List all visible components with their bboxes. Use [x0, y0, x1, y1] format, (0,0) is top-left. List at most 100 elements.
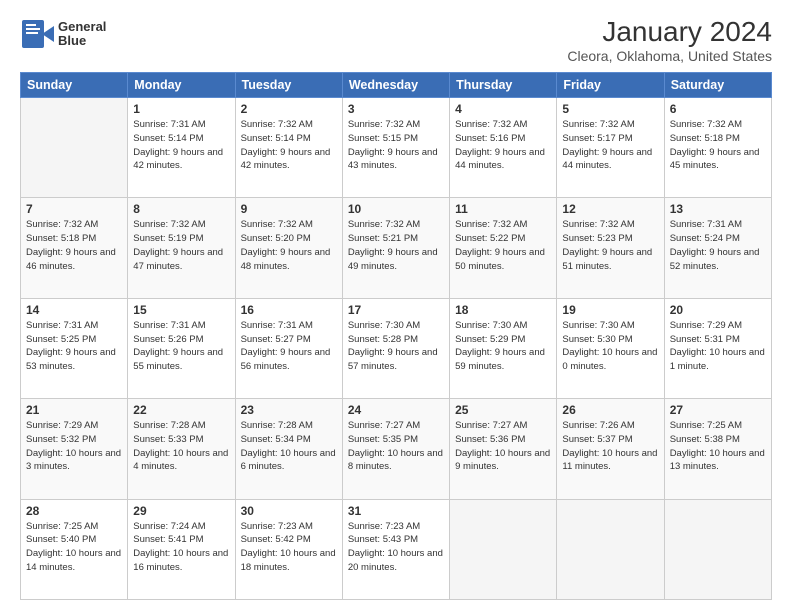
calendar-cell: 13 Sunrise: 7:31 AMSunset: 5:24 PMDayligh…: [664, 198, 771, 298]
calendar-cell: 17 Sunrise: 7:30 AMSunset: 5:28 PMDayligh…: [342, 298, 449, 398]
main-title: January 2024: [567, 16, 772, 48]
calendar-table: SundayMondayTuesdayWednesdayThursdayFrid…: [20, 72, 772, 600]
day-info: Sunrise: 7:28 AMSunset: 5:33 PMDaylight:…: [133, 419, 229, 474]
calendar-day-header: Wednesday: [342, 73, 449, 98]
day-number: 3: [348, 102, 444, 116]
day-number: 15: [133, 303, 229, 317]
calendar-cell: 18Sunrise: 7:30 AMSunset: 5:29 PMDayligh…: [450, 298, 557, 398]
calendar-day-header: Monday: [128, 73, 235, 98]
day-number: 21: [26, 403, 122, 417]
logo-icon: [20, 16, 56, 52]
calendar-day-header: Tuesday: [235, 73, 342, 98]
calendar-cell: [21, 98, 128, 198]
day-number: 13: [670, 202, 766, 216]
day-number: 16: [241, 303, 337, 317]
day-number: 29: [133, 504, 229, 518]
day-info: Sunrise: 7:29 AMSunset: 5:32 PMDaylight:…: [26, 419, 122, 474]
day-number: 25: [455, 403, 551, 417]
day-info: Sunrise: 7:23 AMSunset: 5:43 PMDaylight:…: [348, 520, 444, 575]
calendar-cell: 7Sunrise: 7:32 AMSunset: 5:18 PMDaylight…: [21, 198, 128, 298]
day-info: Sunrise: 7:32 AMSunset: 5:15 PMDaylight:…: [348, 118, 444, 173]
day-info: Sunrise: 7:31 AMSunset: 5:26 PMDaylight:…: [133, 319, 229, 374]
calendar-week-row: 28 Sunrise: 7:25 AMSunset: 5:40 PMDayligh…: [21, 499, 772, 599]
day-info: Sunrise: 7:32 AMSunset: 5:17 PMDaylight:…: [562, 118, 658, 173]
day-number: 9: [241, 202, 337, 216]
day-number: 28: [26, 504, 122, 518]
day-number: 23: [241, 403, 337, 417]
day-info: Sunrise: 7:32 AMSunset: 5:16 PMDaylight:…: [455, 118, 551, 173]
day-info: Sunrise: 7:25 AMSunset: 5:40 PMDaylight:…: [26, 520, 122, 575]
calendar-week-row: 7Sunrise: 7:32 AMSunset: 5:18 PMDaylight…: [21, 198, 772, 298]
calendar-cell: 20Sunrise: 7:29 AMSunset: 5:31 PMDayligh…: [664, 298, 771, 398]
day-number: 4: [455, 102, 551, 116]
calendar-week-row: 14 Sunrise: 7:31 AMSunset: 5:25 PMDayligh…: [21, 298, 772, 398]
calendar-day-header: Thursday: [450, 73, 557, 98]
day-number: 30: [241, 504, 337, 518]
calendar-cell: 29 Sunrise: 7:24 AMSunset: 5:41 PMDayligh…: [128, 499, 235, 599]
day-info: Sunrise: 7:23 AMSunset: 5:42 PMDaylight:…: [241, 520, 337, 575]
day-number: 19: [562, 303, 658, 317]
day-number: 17: [348, 303, 444, 317]
calendar-cell: 5 Sunrise: 7:32 AMSunset: 5:17 PMDaylight…: [557, 98, 664, 198]
calendar-day-header: Friday: [557, 73, 664, 98]
day-info: Sunrise: 7:32 AMSunset: 5:22 PMDaylight:…: [455, 218, 551, 273]
day-info: Sunrise: 7:32 AMSunset: 5:18 PMDaylight:…: [26, 218, 122, 273]
day-info: Sunrise: 7:30 AMSunset: 5:28 PMDaylight:…: [348, 319, 444, 374]
subtitle: Cleora, Oklahoma, United States: [567, 48, 772, 64]
day-info: Sunrise: 7:32 AMSunset: 5:14 PMDaylight:…: [241, 118, 337, 173]
calendar-cell: 2 Sunrise: 7:32 AMSunset: 5:14 PMDaylight…: [235, 98, 342, 198]
calendar-day-header: Sunday: [21, 73, 128, 98]
logo: General Blue: [20, 16, 106, 52]
calendar-cell: 23 Sunrise: 7:28 AMSunset: 5:34 PMDayligh…: [235, 399, 342, 499]
day-number: 22: [133, 403, 229, 417]
day-number: 12: [562, 202, 658, 216]
calendar-week-row: 21 Sunrise: 7:29 AMSunset: 5:32 PMDayligh…: [21, 399, 772, 499]
calendar-cell: 21 Sunrise: 7:29 AMSunset: 5:32 PMDayligh…: [21, 399, 128, 499]
calendar-cell: 15 Sunrise: 7:31 AMSunset: 5:26 PMDayligh…: [128, 298, 235, 398]
calendar-cell: 26Sunrise: 7:26 AMSunset: 5:37 PMDayligh…: [557, 399, 664, 499]
calendar-cell: 30 Sunrise: 7:23 AMSunset: 5:42 PMDayligh…: [235, 499, 342, 599]
day-info: Sunrise: 7:32 AMSunset: 5:18 PMDaylight:…: [670, 118, 766, 173]
calendar-week-row: 1 Sunrise: 7:31 AMSunset: 5:14 PMDaylight…: [21, 98, 772, 198]
day-info: Sunrise: 7:26 AMSunset: 5:37 PMDaylight:…: [562, 419, 658, 474]
calendar-cell: 28 Sunrise: 7:25 AMSunset: 5:40 PMDayligh…: [21, 499, 128, 599]
day-info: Sunrise: 7:32 AMSunset: 5:19 PMDaylight:…: [133, 218, 229, 273]
calendar-cell: 22 Sunrise: 7:28 AMSunset: 5:33 PMDayligh…: [128, 399, 235, 499]
calendar-cell: 27Sunrise: 7:25 AMSunset: 5:38 PMDayligh…: [664, 399, 771, 499]
day-number: 8: [133, 202, 229, 216]
calendar-cell: 31 Sunrise: 7:23 AMSunset: 5:43 PMDayligh…: [342, 499, 449, 599]
day-info: Sunrise: 7:31 AMSunset: 5:27 PMDaylight:…: [241, 319, 337, 374]
day-number: 24: [348, 403, 444, 417]
day-info: Sunrise: 7:29 AMSunset: 5:31 PMDaylight:…: [670, 319, 766, 374]
calendar-cell: [664, 499, 771, 599]
day-number: 5: [562, 102, 658, 116]
calendar-cell: 12Sunrise: 7:32 AMSunset: 5:23 PMDayligh…: [557, 198, 664, 298]
page: General Blue January 2024 Cleora, Oklaho…: [0, 0, 792, 612]
day-info: Sunrise: 7:28 AMSunset: 5:34 PMDaylight:…: [241, 419, 337, 474]
day-number: 31: [348, 504, 444, 518]
day-info: Sunrise: 7:25 AMSunset: 5:38 PMDaylight:…: [670, 419, 766, 474]
day-info: Sunrise: 7:31 AMSunset: 5:24 PMDaylight:…: [670, 218, 766, 273]
calendar-cell: 19Sunrise: 7:30 AMSunset: 5:30 PMDayligh…: [557, 298, 664, 398]
day-info: Sunrise: 7:31 AMSunset: 5:25 PMDaylight:…: [26, 319, 122, 374]
day-number: 14: [26, 303, 122, 317]
header: General Blue January 2024 Cleora, Oklaho…: [20, 16, 772, 64]
calendar-cell: [557, 499, 664, 599]
calendar-cell: 1 Sunrise: 7:31 AMSunset: 5:14 PMDaylight…: [128, 98, 235, 198]
calendar-cell: 16 Sunrise: 7:31 AMSunset: 5:27 PMDayligh…: [235, 298, 342, 398]
day-info: Sunrise: 7:31 AMSunset: 5:14 PMDaylight:…: [133, 118, 229, 173]
day-number: 1: [133, 102, 229, 116]
day-info: Sunrise: 7:30 AMSunset: 5:29 PMDaylight:…: [455, 319, 551, 374]
day-info: Sunrise: 7:27 AMSunset: 5:36 PMDaylight:…: [455, 419, 551, 474]
day-info: Sunrise: 7:32 AMSunset: 5:20 PMDaylight:…: [241, 218, 337, 273]
calendar-cell: 8 Sunrise: 7:32 AMSunset: 5:19 PMDaylight…: [128, 198, 235, 298]
calendar-header-row: SundayMondayTuesdayWednesdayThursdayFrid…: [21, 73, 772, 98]
calendar-cell: 4 Sunrise: 7:32 AMSunset: 5:16 PMDaylight…: [450, 98, 557, 198]
day-number: 10: [348, 202, 444, 216]
calendar-cell: 9 Sunrise: 7:32 AMSunset: 5:20 PMDaylight…: [235, 198, 342, 298]
day-info: Sunrise: 7:32 AMSunset: 5:21 PMDaylight:…: [348, 218, 444, 273]
calendar-cell: [450, 499, 557, 599]
calendar-day-header: Saturday: [664, 73, 771, 98]
day-number: 2: [241, 102, 337, 116]
day-info: Sunrise: 7:24 AMSunset: 5:41 PMDaylight:…: [133, 520, 229, 575]
